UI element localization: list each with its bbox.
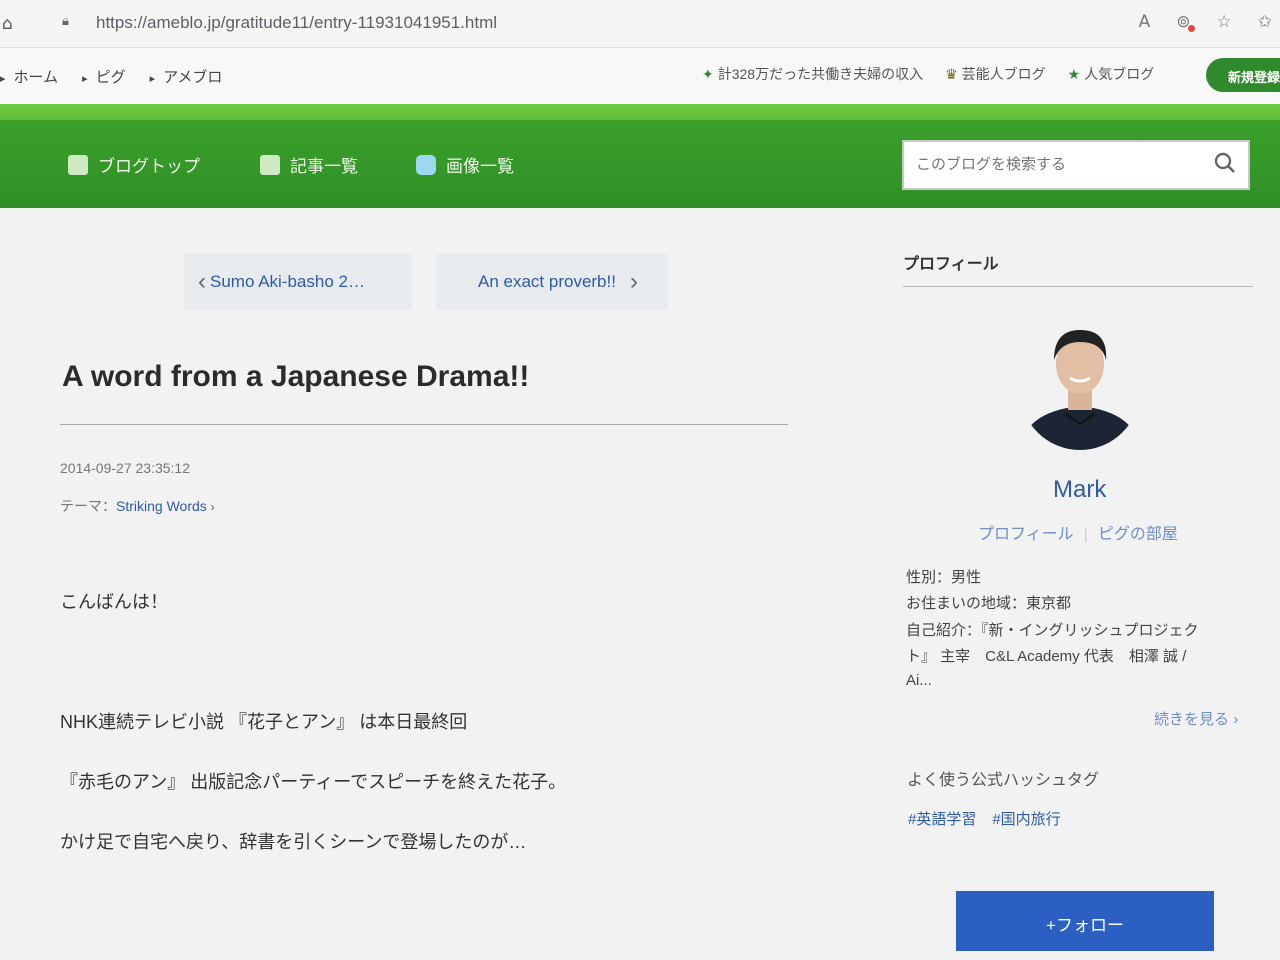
- read-more-link[interactable]: 続きを見る ›: [1154, 708, 1238, 729]
- hashtag-english-study[interactable]: #英語学習: [908, 808, 976, 829]
- profile-link[interactable]: プロフィール: [978, 526, 1074, 543]
- link-separator: |: [1083, 526, 1088, 543]
- pigg-room-link[interactable]: ピグの部屋: [1098, 526, 1178, 543]
- read-more-label: 続きを見る: [1154, 711, 1230, 728]
- url-field[interactable]: https://ameblo.jp/gratitude11/entry-1193…: [96, 13, 497, 33]
- extension-icon[interactable]: ⊚: [1176, 12, 1195, 32]
- post-theme: テーマ：Striking Words ›: [60, 496, 215, 516]
- blog-header: ブログトップ 記事一覧 画像一覧: [0, 104, 1280, 208]
- nav-image-list[interactable]: 画像一覧: [416, 152, 514, 177]
- breadcrumb-home[interactable]: ホーム: [0, 66, 59, 87]
- nav-blog-top-label: ブログトップ: [98, 157, 200, 176]
- chevron-right-icon: ›: [1233, 711, 1239, 728]
- chevron-right-icon: ›: [629, 268, 638, 295]
- title-divider: [60, 424, 788, 425]
- collections-icon[interactable]: ✩: [1258, 12, 1272, 32]
- promo-link-celebrity-blog[interactable]: 芸能人ブログ: [945, 64, 1046, 84]
- prev-article-button[interactable]: ‹ Sumo Aki-basho 2…: [184, 254, 412, 310]
- lock-icon[interactable]: 🔒︎: [62, 14, 78, 32]
- promo-link-income[interactable]: 計328万だった共働き夫婦の収入: [702, 64, 923, 84]
- header-stripe: [0, 104, 1280, 120]
- post-body-line: 『赤毛のアン』 出版記念パーティーでスピーチを終えた花子。: [60, 772, 567, 792]
- theme-label: テーマ：: [60, 498, 116, 514]
- camera-icon: [416, 154, 436, 175]
- blog-search: [902, 140, 1250, 190]
- next-article-label: An exact proverb!!: [478, 272, 616, 291]
- breadcrumb-pigg[interactable]: ピグ: [82, 66, 126, 87]
- avatar[interactable]: [1020, 320, 1140, 450]
- next-article-button[interactable]: An exact proverb!! ›: [436, 254, 668, 310]
- breadcrumb: ホーム ピグ アメブロ: [0, 66, 223, 87]
- promo-links: 計328万だった共働き夫婦の収入 芸能人ブログ 人気ブログ: [702, 64, 1154, 84]
- post-date: 2014-09-27 23:35:12: [60, 460, 190, 476]
- nav-article-list-label: 記事一覧: [290, 157, 358, 176]
- profile-name[interactable]: Mark: [1053, 476, 1106, 504]
- avatar-photo: [1020, 330, 1140, 450]
- nav-image-list-label: 画像一覧: [446, 157, 514, 176]
- read-aloud-icon[interactable]: A: [1139, 12, 1151, 32]
- profile-links: プロフィール | ピグの部屋: [978, 520, 1178, 544]
- post-body-line: かけ足で自宅へ戻り、辞書を引くシーンで登場したのが…: [60, 832, 527, 852]
- document-icon: [68, 154, 88, 175]
- breadcrumb-ameblo[interactable]: アメブロ: [150, 66, 222, 87]
- profile-intro: 自己紹介：『新・イングリッシュプロジェク: [906, 622, 1199, 639]
- post-body-line: こんばんは！: [60, 592, 168, 612]
- profile-gender: 性別：男性: [906, 569, 982, 586]
- chevron-right-icon: ›: [210, 500, 215, 514]
- follow-button[interactable]: +フォロー: [956, 891, 1214, 951]
- content-area: ‹ Sumo Aki-basho 2… An exact proverb!! ›…: [0, 208, 1280, 960]
- profile-region: お住まいの地域：東京都: [906, 595, 1072, 612]
- register-button[interactable]: 新規登録: [1206, 58, 1280, 92]
- browser-toolbar-icons: A ⊚ ☆ ✩: [1139, 12, 1272, 32]
- profile-heading: プロフィール: [903, 256, 999, 273]
- post-body-line: NHK連続テレビ小説 『花子とアン』 は本日最終回: [60, 712, 468, 732]
- profile-intro: Ai...: [906, 672, 932, 689]
- theme-link[interactable]: Striking Words: [116, 498, 207, 514]
- nav-blog-top[interactable]: ブログトップ: [68, 152, 200, 177]
- hashtag-list: #英語学習 #国内旅行: [908, 808, 1061, 829]
- chevron-left-icon: ‹: [198, 268, 206, 295]
- nav-article-list[interactable]: 記事一覧: [260, 152, 358, 177]
- search-icon[interactable]: [1214, 152, 1236, 174]
- profile-divider: [903, 286, 1253, 287]
- promo-link-popular-blog[interactable]: 人気ブログ: [1068, 64, 1154, 84]
- blog-search-input[interactable]: [904, 142, 1194, 186]
- favorite-icon[interactable]: ☆: [1217, 12, 1232, 32]
- post-title: A word from a Japanese Drama!!: [62, 360, 530, 393]
- hashtag-domestic-travel[interactable]: #国内旅行: [992, 808, 1060, 829]
- hashtag-heading: よく使う公式ハッシュタグ: [907, 772, 1100, 789]
- ameba-top-nav: ホーム ピグ アメブロ 計328万だった共働き夫婦の収入 芸能人ブログ 人気ブロ…: [0, 48, 1280, 104]
- browser-address-bar: ⌂ 🔒︎ https://ameblo.jp/gratitude11/entry…: [0, 0, 1280, 48]
- prev-article-label: Sumo Aki-basho 2…: [210, 272, 365, 291]
- home-icon[interactable]: ⌂: [2, 14, 20, 34]
- copy-icon: [260, 154, 280, 175]
- profile-intro: ト』 主宰 C&L Academy 代表 相澤 誠 /: [906, 648, 1187, 665]
